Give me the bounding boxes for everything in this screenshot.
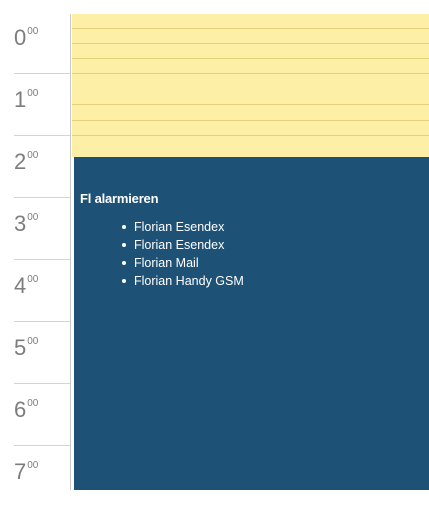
bullet-icon xyxy=(122,261,126,265)
hour-label-5: 500 xyxy=(14,337,68,397)
list-item: Florian Mail xyxy=(122,254,429,272)
alarm-target-list: Florian Esendex Florian Esendex Florian … xyxy=(80,218,429,290)
hour-divider xyxy=(14,321,70,322)
hour-divider xyxy=(14,135,70,136)
appointment-block[interactable]: Fl alarmieren Florian Esendex Florian Es… xyxy=(74,157,429,490)
slot-divider xyxy=(72,28,429,29)
bullet-icon xyxy=(122,279,126,283)
hour-value: 2 xyxy=(14,149,27,174)
hour-label-0: 000 xyxy=(14,27,68,87)
appointment-title: Fl alarmieren xyxy=(80,191,159,206)
slot-divider xyxy=(72,73,429,74)
minute-value: 00 xyxy=(27,398,39,409)
hour-value: 4 xyxy=(14,273,27,298)
hour-value: 5 xyxy=(14,335,27,360)
slot-divider xyxy=(72,135,429,136)
hour-label-2: 200 xyxy=(14,151,68,211)
hour-divider xyxy=(14,383,70,384)
slot-divider xyxy=(72,58,429,59)
slot-divider xyxy=(72,120,429,121)
hour-value: 6 xyxy=(14,397,27,422)
hour-label-3: 300 xyxy=(14,213,68,273)
minute-value: 00 xyxy=(27,212,39,223)
slot-divider xyxy=(72,43,429,44)
target-label: Florian Handy GSM xyxy=(134,274,244,288)
hour-label-4: 400 xyxy=(14,275,68,335)
target-label: Florian Mail xyxy=(134,256,199,270)
hour-value: 0 xyxy=(14,25,27,50)
hour-value: 7 xyxy=(14,459,27,484)
free-time-block[interactable] xyxy=(72,14,429,157)
target-label: Florian Esendex xyxy=(134,220,225,234)
hour-value: 1 xyxy=(14,87,27,112)
bullet-icon xyxy=(122,225,126,229)
gutter-divider xyxy=(70,14,71,490)
minute-value: 00 xyxy=(27,274,39,285)
day-column[interactable]: Fl alarmieren Florian Esendex Florian Es… xyxy=(72,14,429,490)
minute-value: 00 xyxy=(27,150,39,161)
minute-value: 00 xyxy=(27,26,39,37)
hour-divider xyxy=(14,259,70,260)
time-gutter: 000 100 200 300 400 500 600 700 xyxy=(0,0,71,490)
hour-label-6: 600 xyxy=(14,399,68,459)
list-item: Florian Esendex xyxy=(122,218,429,236)
list-item: Florian Esendex xyxy=(122,236,429,254)
slot-divider xyxy=(72,104,429,105)
hour-label-7: 700 xyxy=(14,461,68,521)
target-label: Florian Esendex xyxy=(134,238,225,252)
calendar-day-view: 000 100 200 300 400 500 600 700 Fl alarm… xyxy=(0,0,429,490)
hour-divider xyxy=(14,197,70,198)
hour-divider xyxy=(14,445,70,446)
hour-label-1: 100 xyxy=(14,89,68,149)
bullet-icon xyxy=(122,243,126,247)
minute-value: 00 xyxy=(27,460,39,471)
list-item: Florian Handy GSM xyxy=(122,272,429,290)
hour-value: 3 xyxy=(14,211,27,236)
minute-value: 00 xyxy=(27,88,39,99)
minute-value: 00 xyxy=(27,336,39,347)
hour-divider xyxy=(14,73,70,74)
